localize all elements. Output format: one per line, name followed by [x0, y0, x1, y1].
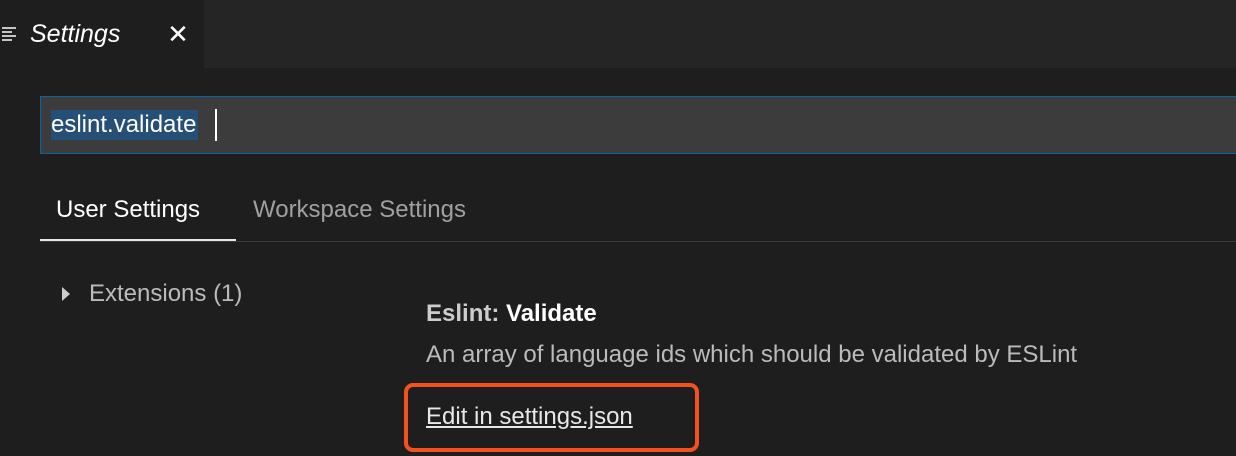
toc-item-label: Extensions (1): [89, 280, 243, 307]
search-input-value: eslint.validate: [51, 110, 199, 140]
tab-user-settings[interactable]: User Settings: [56, 194, 200, 226]
chevron-right-icon: [62, 287, 70, 301]
edit-in-settings-json-link[interactable]: Edit in settings.json: [426, 401, 633, 433]
tab-title: Settings: [30, 20, 121, 48]
close-icon[interactable]: ✕: [164, 20, 192, 48]
editor-tab-bar: Settings ✕: [0, 0, 1236, 68]
setting-category: Eslint:: [426, 300, 507, 327]
tab-workspace-settings[interactable]: Workspace Settings: [253, 194, 466, 226]
editor-tab-settings[interactable]: Settings ✕: [0, 0, 204, 68]
settings-editor: Settings ✕ eslint.validate User Settings…: [0, 0, 1236, 456]
settings-search-input[interactable]: eslint.validate: [40, 96, 1236, 154]
text-cursor: [215, 109, 217, 141]
setting-title: Eslint: Validate: [426, 298, 597, 330]
settings-scope-tabs: User Settings Workspace Settings: [40, 184, 1236, 242]
setting-name: Validate: [506, 300, 597, 327]
setting-description: An array of language ids which should be…: [426, 341, 1078, 368]
active-tab-indicator: [40, 239, 236, 241]
settings-list-icon: [2, 26, 18, 42]
